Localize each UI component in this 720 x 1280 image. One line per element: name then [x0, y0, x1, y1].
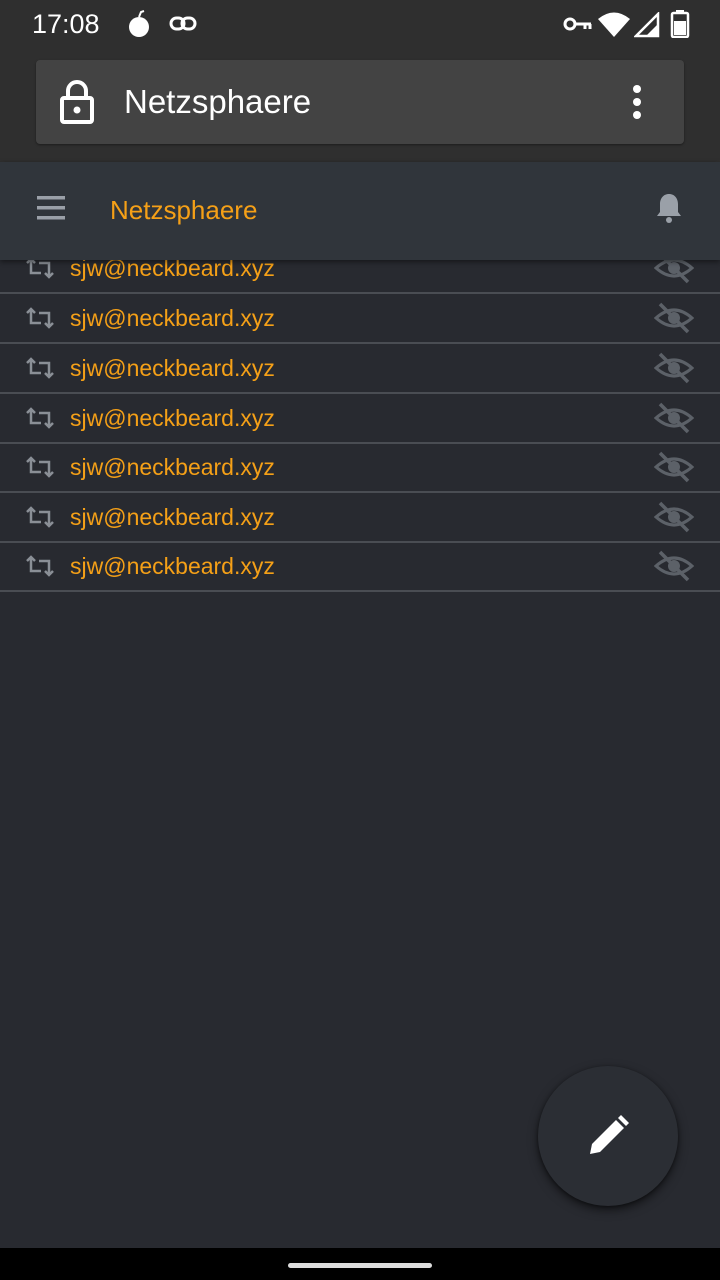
more-vert-icon[interactable] [632, 84, 642, 125]
notification-list: sjw@neckbeard.xyz sjw@neckbeard.xyz sjw@… [0, 244, 720, 594]
boost-icon [24, 407, 56, 434]
list-item[interactable]: sjw@neckbeard.xyz [0, 493, 720, 543]
row-account[interactable]: sjw@neckbeard.xyz [70, 504, 275, 531]
battery-icon [670, 10, 690, 43]
boost-icon [24, 307, 56, 334]
boost-icon [24, 555, 56, 582]
link-icon [169, 14, 197, 39]
signal-icon [632, 10, 660, 43]
app-title: Netzsphaere [110, 195, 258, 225]
row-account[interactable]: sjw@neckbeard.xyz [70, 355, 275, 382]
browser-bar: Netzsphaere [0, 48, 720, 162]
eye-slash-icon[interactable] [653, 501, 695, 538]
status-time: 17:08 [32, 9, 100, 39]
app-header: Netzsphaere [0, 162, 720, 260]
eye-slash-icon[interactable] [653, 402, 695, 439]
boost-icon [24, 257, 56, 284]
boost-icon [24, 456, 56, 483]
eye-slash-icon[interactable] [653, 352, 695, 389]
eye-slash-icon[interactable] [653, 451, 695, 488]
lock-icon [60, 80, 94, 129]
boost-icon [24, 506, 56, 533]
menu-icon[interactable] [37, 195, 65, 226]
url-bar[interactable]: Netzsphaere [36, 60, 684, 144]
bell-icon[interactable] [655, 192, 683, 229]
compose-button[interactable] [538, 1066, 678, 1206]
navigation-bar [0, 1248, 720, 1280]
boost-icon [24, 357, 56, 384]
row-account[interactable]: sjw@neckbeard.xyz [70, 553, 275, 580]
vpn-key-icon [563, 15, 593, 38]
list-item[interactable]: sjw@neckbeard.xyz [0, 344, 720, 394]
wifi-icon [598, 12, 630, 43]
status-bar: 17:08 [0, 0, 720, 48]
eye-slash-icon[interactable] [653, 550, 695, 587]
url-title: Netzsphaere [124, 83, 312, 120]
list-item[interactable]: sjw@neckbeard.xyz [0, 294, 720, 344]
row-account[interactable]: sjw@neckbeard.xyz [70, 405, 275, 432]
list-item[interactable]: sjw@neckbeard.xyz [0, 542, 720, 592]
row-account[interactable]: sjw@neckbeard.xyz [70, 305, 275, 332]
bomb-icon [127, 10, 151, 43]
home-gesture-pill[interactable] [288, 1263, 432, 1268]
list-item[interactable]: sjw@neckbeard.xyz [0, 443, 720, 493]
row-account[interactable]: sjw@neckbeard.xyz [70, 454, 275, 481]
list-item[interactable]: sjw@neckbeard.xyz [0, 394, 720, 444]
eye-slash-icon[interactable] [653, 302, 695, 339]
